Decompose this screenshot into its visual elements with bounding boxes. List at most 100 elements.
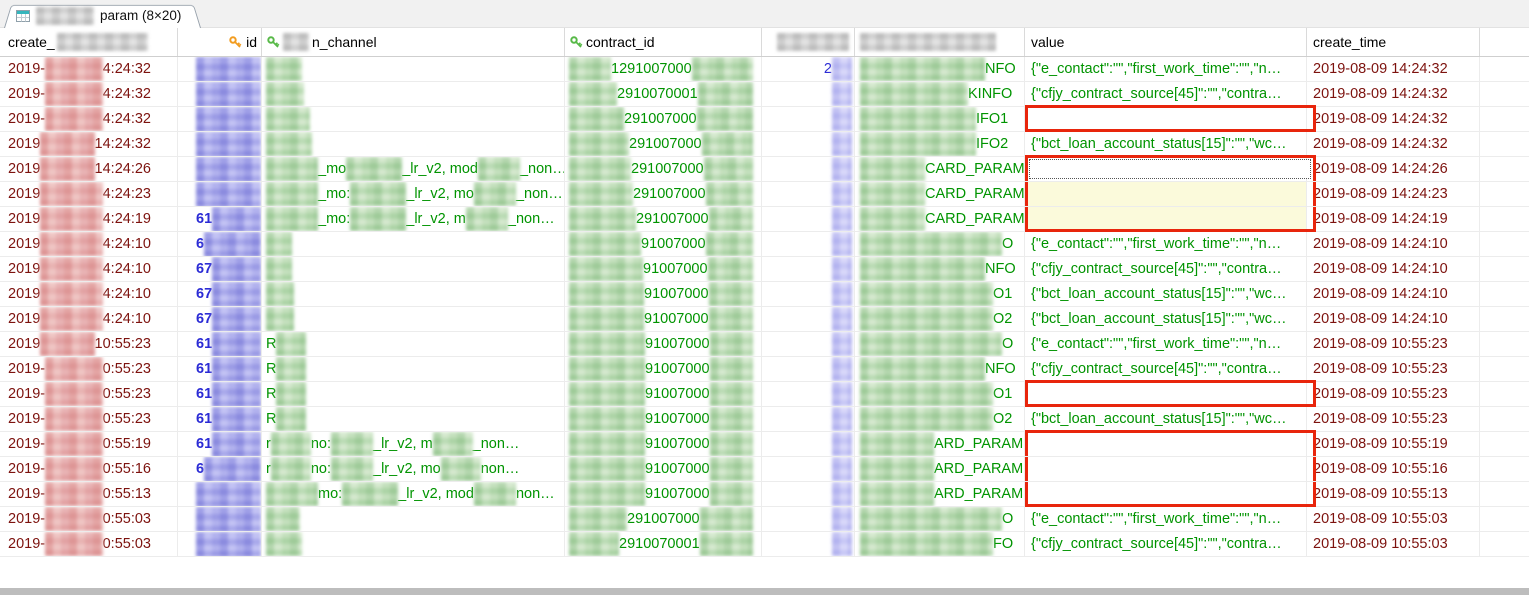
cell-contract-id[interactable]: 291007000 [565, 207, 762, 231]
cell-id[interactable] [178, 532, 262, 556]
cell-param-name[interactable]: O [855, 332, 1025, 356]
cell-create-time-left[interactable]: 2019 14:24:26 [0, 157, 178, 181]
cell-loan-channel[interactable]: R [262, 382, 565, 406]
cell-loan-channel[interactable]: mo: _lr_v2, mod non… [262, 482, 565, 506]
cell-loan-channel[interactable]: R [262, 332, 565, 356]
cell-value[interactable]: {"cfjy_contract_source[45]":"","contra… [1025, 532, 1307, 556]
cell-id[interactable]: 6 [178, 457, 262, 481]
column-header-contract-id[interactable]: contract_id [565, 28, 762, 56]
cell-param-name[interactable]: ARD_PARAM [855, 457, 1025, 481]
cell-param-name[interactable]: CARD_PARAM [855, 157, 1025, 181]
cell-create-time-left[interactable]: 2019 4:24:10 [0, 282, 178, 306]
cell-contract-id[interactable]: 91007000 [565, 257, 762, 281]
cell-param-name[interactable]: CARD_PARAM [855, 182, 1025, 206]
cell-create-time-left[interactable]: 2019 4:24:10 [0, 307, 178, 331]
cell-create-time-left[interactable]: 2019 14:24:32 [0, 132, 178, 156]
cell-value[interactable] [1025, 155, 1316, 181]
cell-id[interactable] [178, 107, 262, 131]
cell-param-name[interactable]: NFO [855, 257, 1025, 281]
cell-redacted-number[interactable] [762, 282, 855, 306]
cell-id[interactable]: 61 [178, 432, 262, 456]
cell-id[interactable] [178, 157, 262, 181]
cell-loan-channel[interactable] [262, 107, 565, 131]
cell-param-name[interactable]: FO [855, 532, 1025, 556]
cell-id[interactable] [178, 132, 262, 156]
cell-create-time-left[interactable]: 2019 4:24:10 [0, 232, 178, 256]
cell-create-time[interactable]: 2019-08-09 10:55:16 [1307, 457, 1480, 481]
cell-create-time-left[interactable]: 2019- 0:55:16 [0, 457, 178, 481]
cell-id[interactable] [178, 507, 262, 531]
cell-value[interactable]: {"bct_loan_account_status[15]":"","wc… [1025, 407, 1307, 431]
cell-value[interactable]: {"cfjy_contract_source[45]":"","contra… [1025, 357, 1307, 381]
cell-param-name[interactable]: ARD_PARAM [855, 482, 1025, 506]
cell-value[interactable] [1025, 380, 1316, 407]
cell-create-time[interactable]: 2019-08-09 14:24:32 [1307, 82, 1480, 106]
cell-loan-channel[interactable] [262, 82, 565, 106]
cell-value[interactable]: {"bct_loan_account_status[15]":"","wc… [1025, 132, 1307, 156]
cell-contract-id[interactable]: 91007000 [565, 457, 762, 481]
cell-redacted-number[interactable] [762, 357, 855, 381]
cell-create-time[interactable]: 2019-08-09 10:55:13 [1307, 482, 1480, 506]
cell-param-name[interactable]: O1 [855, 382, 1025, 406]
cell-create-time[interactable]: 2019-08-09 10:55:23 [1307, 357, 1480, 381]
cell-create-time-left[interactable]: 2019- 4:24:32 [0, 57, 178, 81]
cell-create-time[interactable]: 2019-08-09 14:24:19 [1307, 207, 1480, 231]
cell-loan-channel[interactable] [262, 532, 565, 556]
cell-contract-id[interactable]: 91007000 [565, 332, 762, 356]
cell-create-time-left[interactable]: 2019- 0:55:03 [0, 532, 178, 556]
cell-create-time-left[interactable]: 2019- 0:55:19 [0, 432, 178, 456]
cell-loan-channel[interactable] [262, 57, 565, 81]
cell-redacted-number[interactable] [762, 457, 855, 481]
cell-create-time[interactable]: 2019-08-09 14:24:10 [1307, 282, 1480, 306]
cell-value[interactable]: {"e_contact":"","first_work_time":"","n… [1025, 507, 1307, 531]
cell-loan-channel[interactable]: R [262, 357, 565, 381]
cell-loan-channel[interactable] [262, 507, 565, 531]
cell-id[interactable]: 61 [178, 207, 262, 231]
cell-redacted-number[interactable] [762, 307, 855, 331]
cell-loan-channel[interactable] [262, 132, 565, 156]
cell-create-time-left[interactable]: 2019 4:24:23 [0, 182, 178, 206]
cell-value[interactable]: {"cfjy_contract_source[45]":"","contra… [1025, 257, 1307, 281]
cell-value[interactable] [1025, 207, 1316, 232]
cell-id[interactable]: 67 [178, 282, 262, 306]
cell-param-name[interactable]: IFO2 [855, 132, 1025, 156]
cell-create-time[interactable]: 2019-08-09 10:55:03 [1307, 507, 1480, 531]
cell-value[interactable] [1025, 457, 1316, 481]
cell-contract-id[interactable]: 91007000 [565, 307, 762, 331]
column-header-loan-channel[interactable]: n_channel [262, 28, 565, 56]
cell-id[interactable] [178, 57, 262, 81]
cell-create-time[interactable]: 2019-08-09 14:24:10 [1307, 307, 1480, 331]
cell-param-name[interactable]: O2 [855, 407, 1025, 431]
cell-create-time[interactable]: 2019-08-09 10:55:23 [1307, 407, 1480, 431]
cell-redacted-number[interactable] [762, 382, 855, 406]
cell-id[interactable]: 67 [178, 307, 262, 331]
cell-contract-id[interactable]: 291007000 [565, 157, 762, 181]
cell-param-name[interactable]: O [855, 507, 1025, 531]
cell-param-name[interactable]: O2 [855, 307, 1025, 331]
cell-contract-id[interactable]: 1291007000 [565, 57, 762, 81]
cell-param-name[interactable]: KINFO [855, 82, 1025, 106]
cell-create-time[interactable]: 2019-08-09 10:55:23 [1307, 332, 1480, 356]
cell-id[interactable]: 61 [178, 407, 262, 431]
cell-value[interactable]: {"e_contact":"","first_work_time":"","n… [1025, 57, 1307, 81]
cell-contract-id[interactable]: 91007000 [565, 282, 762, 306]
cell-loan-channel[interactable]: _mo: _lr_v2, mo _non… [262, 182, 565, 206]
cell-redacted-number[interactable] [762, 132, 855, 156]
cell-value[interactable]: {"e_contact":"","first_work_time":"","n… [1025, 332, 1307, 356]
cell-redacted-number[interactable] [762, 107, 855, 131]
cell-loan-channel[interactable]: _mo: _lr_v2, m _non… [262, 207, 565, 231]
cell-id[interactable] [178, 482, 262, 506]
cell-contract-id[interactable]: 91007000 [565, 407, 762, 431]
cell-redacted-number[interactable] [762, 507, 855, 531]
cell-create-time-left[interactable]: 2019- 0:55:13 [0, 482, 178, 506]
cell-contract-id[interactable]: 91007000 [565, 382, 762, 406]
cell-contract-id[interactable]: 291007000 [565, 182, 762, 206]
cell-create-time-left[interactable]: 2019 4:24:19 [0, 207, 178, 231]
result-tab-param[interactable]: param (8×20) [4, 3, 201, 28]
cell-redacted-number[interactable] [762, 332, 855, 356]
cell-loan-channel[interactable]: r no: _lr_v2, m _non… [262, 432, 565, 456]
cell-create-time[interactable]: 2019-08-09 14:24:32 [1307, 132, 1480, 156]
cell-loan-channel[interactable] [262, 232, 565, 256]
cell-value[interactable] [1025, 482, 1316, 507]
cell-param-name[interactable]: O1 [855, 282, 1025, 306]
